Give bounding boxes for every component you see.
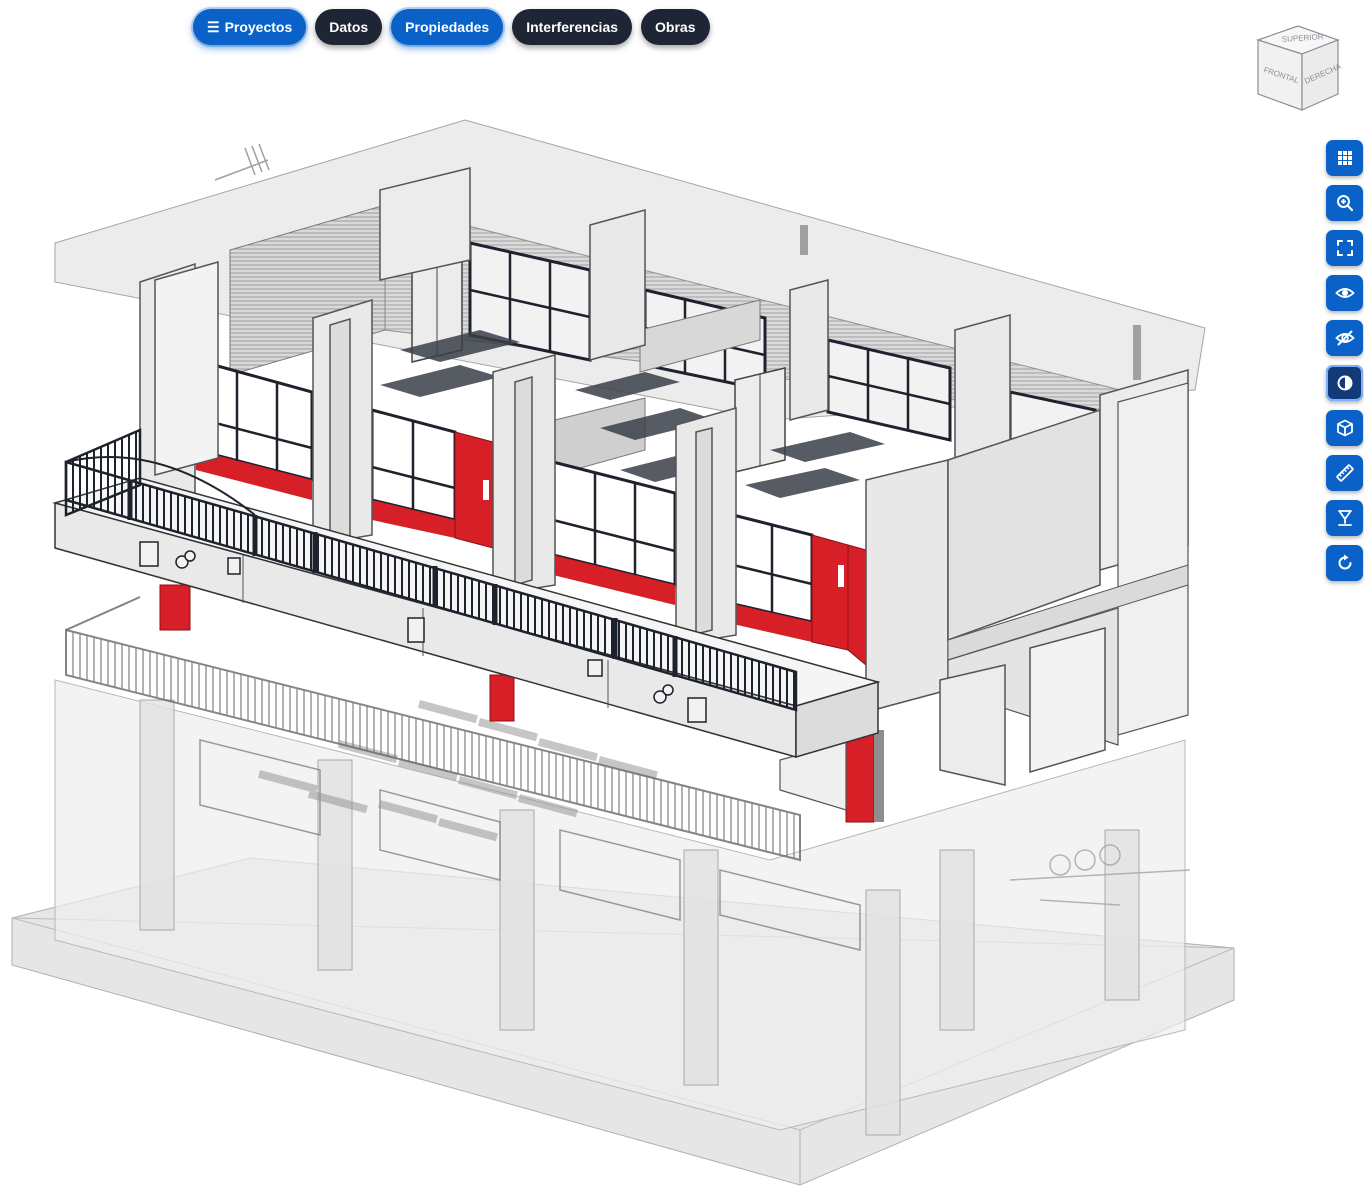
side-toolbar <box>1326 140 1363 581</box>
zoom-in-icon <box>1336 195 1353 212</box>
cube-button[interactable] <box>1326 410 1363 446</box>
tab-obras[interactable]: Obras <box>641 9 710 45</box>
tab-obras-label: Obras <box>655 19 696 35</box>
cube-icon <box>1336 419 1353 437</box>
zoom-in-button[interactable] <box>1326 185 1363 221</box>
tab-propiedades[interactable]: Propiedades <box>391 9 504 45</box>
section-button[interactable] <box>1326 500 1363 536</box>
building-model <box>11 119 1235 1186</box>
measure-button[interactable] <box>1326 455 1363 491</box>
ruler-icon <box>1335 464 1354 482</box>
eye-icon <box>1334 288 1355 298</box>
menu-icon: ☰ <box>207 18 220 35</box>
grid-icon <box>1337 151 1352 165</box>
section-icon <box>1337 510 1352 526</box>
view-cube[interactable]: SUPERIOR FRONTAL DERECHA <box>1250 22 1346 116</box>
tab-datos-label: Datos <box>329 19 369 35</box>
fit-view-button[interactable] <box>1326 230 1363 266</box>
eye-off-icon <box>1334 330 1355 346</box>
tab-propiedades-label: Propiedades <box>405 19 490 35</box>
tab-datos[interactable]: Datos <box>315 9 383 45</box>
tab-interferencias[interactable]: Interferencias <box>512 9 633 45</box>
reset-icon <box>1338 554 1351 570</box>
show-button[interactable] <box>1326 275 1363 311</box>
hide-button[interactable] <box>1326 320 1363 356</box>
model-viewport[interactable] <box>0 0 1364 1186</box>
tab-interferencias-label: Interferencias <box>526 19 619 35</box>
contrast-icon <box>1337 375 1352 391</box>
fit-view-icon <box>1336 240 1353 256</box>
tab-proyectos-label: Proyectos <box>224 19 293 35</box>
reset-button[interactable] <box>1326 545 1363 581</box>
top-tab-bar: ☰ Proyectos Datos Propiedades Interferen… <box>193 9 710 45</box>
tab-proyectos[interactable]: ☰ Proyectos <box>193 9 307 45</box>
contrast-button[interactable] <box>1326 365 1363 401</box>
grid-tool-button[interactable] <box>1326 140 1363 176</box>
